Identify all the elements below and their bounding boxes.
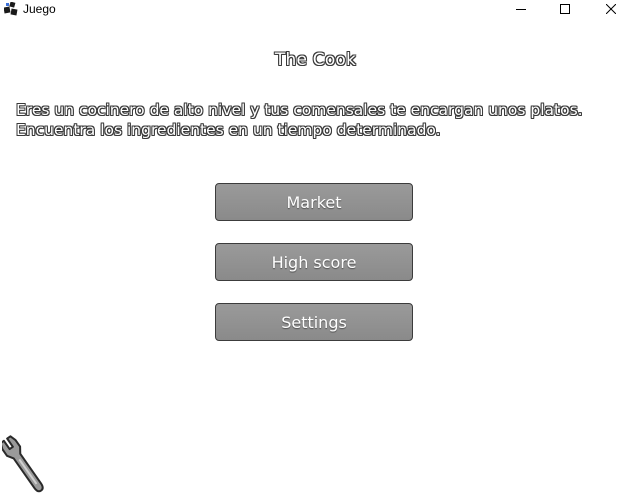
- window-title: Juego: [23, 2, 56, 16]
- intro-text: Eres un cocinero de alto nivel y tus com…: [16, 100, 616, 140]
- intro-line: Encuentra los ingredientes en un tiempo …: [16, 121, 441, 139]
- intro-line: Eres un cocinero de alto nivel y tus com…: [16, 101, 583, 119]
- game-window: Juego The Cook Eres un cocinero de alto …: [0, 0, 631, 502]
- high-score-button[interactable]: High score: [215, 243, 413, 281]
- wrench-icon[interactable]: [2, 428, 50, 496]
- maximize-button[interactable]: [542, 0, 588, 18]
- game-title: The Cook: [274, 50, 357, 70]
- market-button[interactable]: Market: [215, 183, 413, 221]
- close-button[interactable]: [588, 0, 631, 18]
- title-bar[interactable]: Juego: [0, 0, 631, 18]
- minimize-button[interactable]: [498, 0, 544, 18]
- settings-button[interactable]: Settings: [215, 303, 413, 341]
- minimize-icon: [516, 9, 526, 10]
- maximize-icon: [560, 4, 570, 14]
- app-logo-icon: [4, 2, 18, 16]
- close-icon: [606, 4, 616, 14]
